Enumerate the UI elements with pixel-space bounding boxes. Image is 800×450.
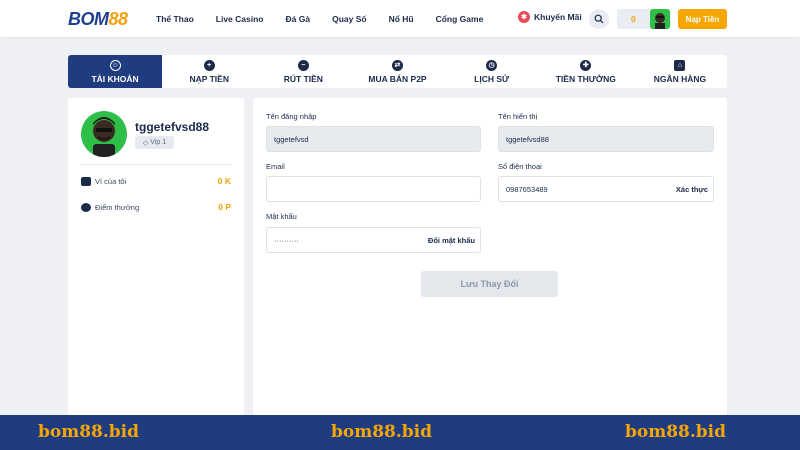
vip-badge: ◇ Vip 1 (135, 136, 174, 149)
tab-deposit[interactable]: + NẠP TIỀN (162, 55, 256, 88)
wallet-value: 0 K (217, 176, 231, 186)
password-label: Mật khẩu (266, 212, 297, 221)
footer-domain-text: bom88.bid (38, 422, 140, 442)
tab-history[interactable]: ◷ LỊCH SỬ (445, 55, 539, 88)
points-value: 0 P (218, 202, 231, 212)
user-icon: ☺ (109, 59, 121, 71)
email-field[interactable] (266, 176, 481, 202)
phone-value: 0987653489 (506, 184, 548, 194)
search-icon (594, 14, 604, 24)
nav-no-hu[interactable]: Nổ Hũ (389, 14, 414, 24)
verify-phone-button[interactable]: Xác thực (676, 185, 708, 194)
nav-da-ga[interactable]: Đá Gà (286, 14, 311, 24)
account-tabs: ☺ TÀI KHOẢN + NẠP TIỀN − RÚT TIỀN ⇄ MUA … (68, 55, 727, 88)
profile-username: tggetefvsd88 (135, 120, 210, 134)
points-label: Điểm thưởng (95, 202, 140, 212)
tab-withdraw[interactable]: − RÚT TIỀN (256, 55, 350, 88)
logo-text-part2: 88 (108, 8, 129, 29)
promotion-label: Khuyến Mãi (534, 12, 582, 22)
save-changes-button[interactable]: Lưu Thay Đổi (421, 271, 558, 297)
tab-account[interactable]: ☺ TÀI KHOẢN (68, 55, 163, 88)
footer-domain-text: bom88.bid (625, 422, 727, 442)
tab-label: TÀI KHOẢN (91, 73, 139, 84)
wallet-icon (81, 176, 91, 186)
clock-icon: ◷ (486, 59, 498, 71)
promotion-link[interactable]: ✱ Khuyến Mãi (518, 11, 582, 23)
tab-p2p[interactable]: ⇄ MUA BÁN P2P (350, 55, 444, 88)
gift-icon: ✚ (580, 59, 592, 71)
logo-text-part1: BOM (68, 8, 109, 29)
display-name-field: tggetefvsd88 (498, 126, 714, 152)
password-field[interactable]: ·········· Đổi mật khẩu (266, 227, 481, 253)
profile-divider (81, 164, 231, 165)
tab-label: MUA BÁN P2P (368, 73, 427, 84)
nav-the-thao[interactable]: Thể Thao (156, 14, 194, 24)
password-value: ·········· (274, 235, 299, 245)
search-button[interactable] (589, 9, 609, 29)
avatar-icon (655, 13, 665, 29)
footer-domain-text: bom88.bid (331, 422, 433, 442)
avatar (81, 111, 127, 157)
vip-label: Vip 1 (150, 139, 167, 146)
top-header: BOM 88 Thể Thao Live Casino Đá Gà Quay Số… (0, 0, 800, 37)
tab-label: LỊCH SỬ (474, 73, 510, 84)
tab-label: NGÂN HÀNG (653, 73, 707, 84)
nav-cong-game[interactable]: Cổng Game (436, 14, 484, 24)
avatar-image (93, 117, 115, 157)
plus-icon: + (203, 59, 215, 71)
change-password-button[interactable]: Đổi mật khẩu (428, 236, 475, 245)
exchange-icon: ⇄ (391, 59, 403, 71)
tab-bank[interactable]: ⌂ NGÂN HÀNG (633, 55, 727, 88)
phone-field[interactable]: 0987653489 Xác thực (498, 176, 714, 202)
login-name-label: Tên đăng nhập (266, 112, 317, 121)
wallet-row: Ví của tôi 0 K (81, 175, 231, 187)
login-name-value: tggetefvsd (274, 134, 309, 144)
wallet-label: Ví của tôi (95, 176, 127, 186)
bank-icon: ⌂ (674, 59, 686, 71)
points-icon (81, 202, 91, 212)
display-name-value: tggetefvsd88 (506, 134, 549, 144)
tab-label: RÚT TIỀN (283, 73, 323, 84)
main-nav: Thể Thao Live Casino Đá Gà Quay Số Nổ Hũ… (156, 0, 505, 37)
display-name-label: Tên hiển thị (498, 112, 538, 121)
points-row: Điểm thưởng 0 P (81, 201, 231, 213)
nav-live-casino[interactable]: Live Casino (216, 14, 264, 24)
logo[interactable]: BOM 88 (68, 9, 128, 29)
login-name-field: tggetefvsd (266, 126, 481, 152)
tab-label: NẠP TIỀN (189, 73, 229, 84)
deposit-button[interactable]: Nạp Tiền (678, 9, 727, 29)
diamond-icon: ◇ (142, 139, 149, 147)
tab-label: TIỀN THƯỞNG (555, 73, 616, 84)
phone-label: Số điện thoại (498, 162, 542, 171)
tab-bonus[interactable]: ✚ TIỀN THƯỞNG (539, 55, 633, 88)
gift-icon: ✱ (518, 11, 530, 23)
email-label: Email (266, 162, 285, 171)
account-form: Tên đăng nhập tggetefvsd Tên hiển thị tg… (253, 98, 727, 416)
footer-banner: bom88.bid bom88.bid bom88.bid (0, 415, 800, 450)
user-avatar-button[interactable] (650, 9, 670, 29)
balance-value: 0 (631, 14, 636, 24)
nav-quay-so[interactable]: Quay Số (332, 14, 366, 24)
profile-panel: tggetefvsd88 ◇ Vip 1 Ví của tôi 0 K Điểm… (68, 98, 244, 416)
minus-icon: − (297, 59, 309, 71)
